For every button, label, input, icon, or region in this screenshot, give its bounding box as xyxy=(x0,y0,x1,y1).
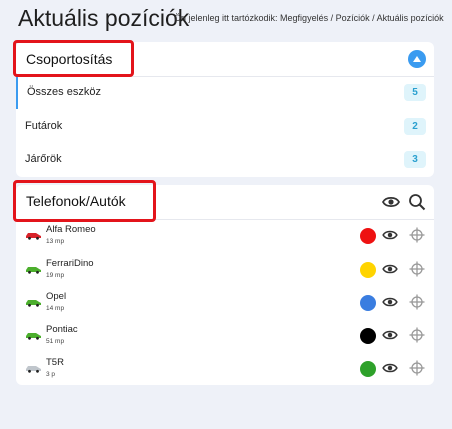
vehicle-color-dot[interactable] xyxy=(360,295,376,311)
vehicle-last-update: 13 mp xyxy=(46,238,65,245)
vehicle-last-update: 19 mp xyxy=(46,272,65,279)
group-count-badge: 3 xyxy=(404,151,426,168)
car-icon xyxy=(26,267,41,274)
group-count-badge: 2 xyxy=(404,118,426,135)
collapse-button[interactable] xyxy=(408,50,426,68)
eye-icon[interactable] xyxy=(382,263,398,275)
group-item-patrols[interactable]: Járőrök 3 xyxy=(16,143,434,176)
vehicle-name: Alfa Romeo xyxy=(46,224,96,235)
crosshair-icon[interactable] xyxy=(409,327,425,343)
highlight-box-vehicles xyxy=(13,180,156,222)
crosshair-icon[interactable] xyxy=(409,261,425,277)
chevron-up-icon xyxy=(413,56,421,62)
vehicle-last-update: 51 mp xyxy=(46,338,65,345)
crosshair-icon[interactable] xyxy=(409,227,425,243)
crosshair-icon[interactable] xyxy=(409,360,425,376)
group-item-couriers[interactable]: Futárok 2 xyxy=(16,110,434,143)
car-icon xyxy=(26,300,41,307)
page-title: Aktuális pozíciók xyxy=(18,5,190,31)
vehicle-last-update: 3 p xyxy=(46,371,56,378)
eye-icon[interactable] xyxy=(382,229,398,241)
vehicle-row[interactable]: T5R 3 p xyxy=(16,353,434,387)
highlight-box-grouping xyxy=(13,40,134,77)
car-icon xyxy=(26,233,41,240)
vehicle-color-dot[interactable] xyxy=(360,228,376,244)
vehicle-row[interactable]: Opel 14 mp xyxy=(16,287,434,321)
group-item-label: Járőrök xyxy=(25,153,62,165)
group-item-label: Összes eszköz xyxy=(27,86,101,98)
crosshair-icon[interactable] xyxy=(409,294,425,310)
eye-icon[interactable] xyxy=(382,362,398,374)
vehicle-last-update: 14 mp xyxy=(46,305,65,312)
eye-icon[interactable] xyxy=(382,195,400,209)
vehicle-color-dot[interactable] xyxy=(360,262,376,278)
group-count-badge: 5 xyxy=(404,84,426,101)
car-icon xyxy=(26,366,41,373)
breadcrumb: Ön jelenleg itt tartózkodik: Megfigyelés… xyxy=(174,13,444,23)
vehicle-color-dot[interactable] xyxy=(360,328,376,344)
eye-icon[interactable] xyxy=(382,329,398,341)
vehicle-name: Pontiac xyxy=(46,324,78,335)
vehicle-name: FerrariDino xyxy=(46,258,94,269)
car-icon xyxy=(26,333,41,340)
search-icon[interactable] xyxy=(408,193,426,211)
vehicle-name: Opel xyxy=(46,291,67,302)
vehicle-name: T5R xyxy=(46,357,64,368)
vehicle-color-dot[interactable] xyxy=(360,361,376,377)
vehicle-row[interactable]: Pontiac 51 mp xyxy=(16,320,434,354)
eye-icon[interactable] xyxy=(382,296,398,308)
vehicle-row[interactable]: FerrariDino 19 mp xyxy=(16,254,434,288)
group-item-all-devices[interactable]: Összes eszköz 5 xyxy=(16,76,434,109)
group-item-label: Futárok xyxy=(25,120,63,132)
vehicle-row[interactable]: Alfa Romeo 13 mp xyxy=(16,220,434,254)
